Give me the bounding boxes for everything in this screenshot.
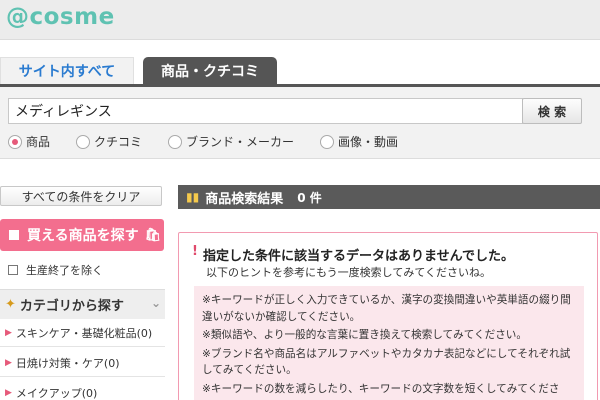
buyable-products-label: 買える商品を探す	[27, 228, 139, 244]
radio-images-videos[interactable]: 画像・動画	[320, 133, 398, 150]
exclamation-icon: !	[192, 244, 198, 259]
arrow-right-icon: ▶	[5, 357, 12, 368]
category-item-sun-care[interactable]: ▶ 日焼け対策・ケア(0)	[0, 349, 165, 377]
radio-empty-icon	[168, 134, 182, 149]
search-hints: ※キーワードが正しく入力できているか、漢字の変換間違いや英単語の綴り間違いがない…	[194, 286, 584, 400]
chevron-down-icon: ⌄	[150, 296, 161, 310]
radio-brand-maker[interactable]: ブランド・メーカー	[168, 133, 294, 150]
no-results-title: 指定した条件に該当するデータはありませんでした。	[203, 249, 514, 264]
category-item-label: 日焼け対策・ケア(0)	[15, 356, 120, 370]
arrow-right-icon: ▶	[5, 327, 12, 338]
category-item-skincare[interactable]: ▶ スキンケア・基礎化粧品(0)	[0, 319, 165, 347]
hint-item: ※ブランド名や商品名はアルファベットやカタカナ表記などにしてそれぞれ試してみてく…	[202, 347, 571, 377]
exclude-discontinued-checkbox[interactable]: 生産終了を除く	[8, 262, 103, 278]
cosmetics-bottle-icon: ▮▮	[186, 190, 200, 204]
tab-products-reviews[interactable]: 商品・クチコミ	[143, 57, 277, 84]
no-results-subtitle: 以下のヒントを参考にもう一度検索してみてくださいね。	[206, 266, 492, 279]
radio-products[interactable]: 商品	[8, 133, 50, 150]
radio-label: 画像・動画	[338, 135, 399, 149]
exclude-discontinued-label: 生産終了を除く	[26, 264, 103, 277]
search-type-radios: 商品 クチコミ ブランド・メーカー 画像・動画	[8, 133, 468, 149]
tab-site-all[interactable]: サイト内すべて	[0, 57, 134, 84]
radio-label: ブランド・メーカー	[186, 135, 295, 149]
results-count: 0 件	[297, 190, 322, 205]
basket-icon: 🛍︎	[144, 227, 162, 243]
buyable-products-button[interactable]: 買える商品を探す 🛍︎	[0, 219, 164, 251]
top-bar: @cosme	[0, 0, 600, 40]
arrow-right-icon: ▶	[5, 387, 12, 398]
category-item-label: スキンケア・基礎化粧品(0)	[15, 326, 153, 340]
radio-selected-icon	[8, 134, 22, 149]
checkbox-icon	[8, 265, 18, 275]
results-title: 商品検索結果	[205, 191, 284, 207]
category-item-label: メイクアップ(0)	[15, 386, 98, 400]
radio-label: クチコミ	[94, 135, 143, 149]
radio-reviews[interactable]: クチコミ	[76, 133, 142, 150]
radio-empty-icon	[76, 134, 90, 149]
search-button[interactable]: 検 索	[522, 98, 582, 124]
results-header: ▮▮ 商品検索結果 0 件	[178, 185, 600, 209]
radio-label: 商品	[26, 135, 51, 149]
search-input[interactable]	[8, 98, 523, 124]
category-item-makeup[interactable]: ▶ メイクアップ(0)	[0, 379, 165, 400]
sparkle-icon: ✦	[5, 297, 16, 312]
checkbox-icon	[9, 230, 19, 240]
hint-item: ※キーワードが正しく入力できているか、漢字の変換間違いや英単語の綴り間違いがない…	[202, 294, 571, 323]
radio-empty-icon	[320, 134, 334, 149]
hint-item: ※キーワードの数を減らしたり、キーワードの文字数を短くしてみてください。	[202, 382, 560, 400]
category-header-label: カテゴリから探す	[19, 299, 124, 314]
clear-all-conditions-button[interactable]: すべての条件をクリア	[0, 186, 162, 206]
hint-item: ※類似語や、より一般的な言葉に置き換えて検索してみてください。	[202, 329, 527, 341]
category-header[interactable]: ✦ カテゴリから探す ⌄	[0, 289, 165, 319]
cosme-logo[interactable]: @cosme	[6, 4, 115, 30]
